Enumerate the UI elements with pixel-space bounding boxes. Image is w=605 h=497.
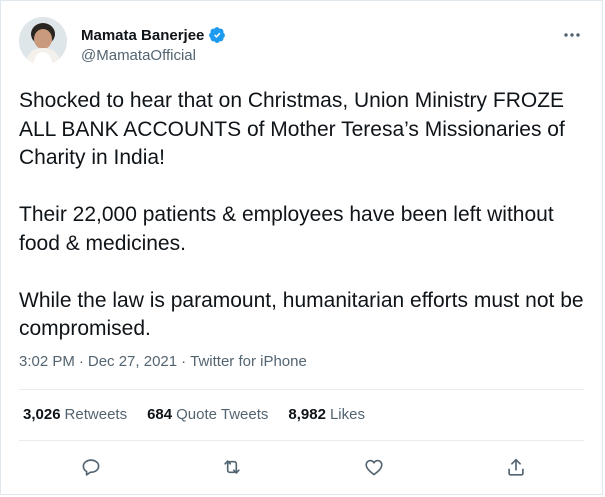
retweets-stat[interactable]: 3,026 Retweets	[23, 406, 127, 423]
avatar[interactable]	[19, 17, 67, 65]
divider	[19, 440, 584, 441]
retweets-count: 3,026	[23, 406, 61, 423]
more-icon[interactable]	[560, 25, 584, 45]
tweet-date[interactable]: Dec 27, 2021	[88, 353, 177, 370]
quote-tweets-stat[interactable]: 684 Quote Tweets	[147, 406, 268, 423]
display-name[interactable]: Mamata Banerjee	[81, 27, 204, 44]
likes-count: 8,982	[288, 406, 326, 423]
tweet-meta: 3:02 PM · Dec 27, 2021 · Twitter for iPh…	[19, 353, 307, 370]
tweet-actions	[1, 453, 602, 481]
meta-separator: ·	[181, 353, 187, 370]
share-icon[interactable]	[502, 453, 530, 481]
retweet-icon[interactable]	[218, 453, 246, 481]
avatar-photo	[19, 17, 67, 65]
tweet-stats: 3,026 Retweets 684 Quote Tweets 8,982 Li…	[23, 406, 365, 423]
display-name-row: Mamata Banerjee	[81, 25, 226, 45]
tweet-text: Shocked to hear that on Christmas, Union…	[19, 89, 584, 340]
tweet-source[interactable]: Twitter for iPhone	[190, 353, 307, 370]
like-icon[interactable]	[360, 453, 388, 481]
verified-badge-icon	[208, 26, 226, 44]
divider	[19, 389, 584, 390]
handle[interactable]: @MamataOfficial	[81, 47, 226, 64]
tweet-time[interactable]: 3:02 PM	[19, 353, 75, 370]
meta-separator: ·	[78, 353, 84, 370]
likes-label: Likes	[329, 406, 365, 423]
likes-stat[interactable]: 8,982 Likes	[288, 406, 365, 423]
retweets-label: Retweets	[64, 406, 128, 423]
author-names: Mamata Banerjee @MamataOfficial	[81, 25, 226, 64]
quote-tweets-count: 684	[147, 406, 173, 423]
reply-icon[interactable]	[77, 453, 105, 481]
tweet-header: Mamata Banerjee @MamataOfficial	[19, 17, 584, 73]
tweet-card: Mamata Banerjee @MamataOfficial Shocked …	[0, 0, 603, 495]
quote-tweets-label: Quote Tweets	[176, 406, 269, 423]
